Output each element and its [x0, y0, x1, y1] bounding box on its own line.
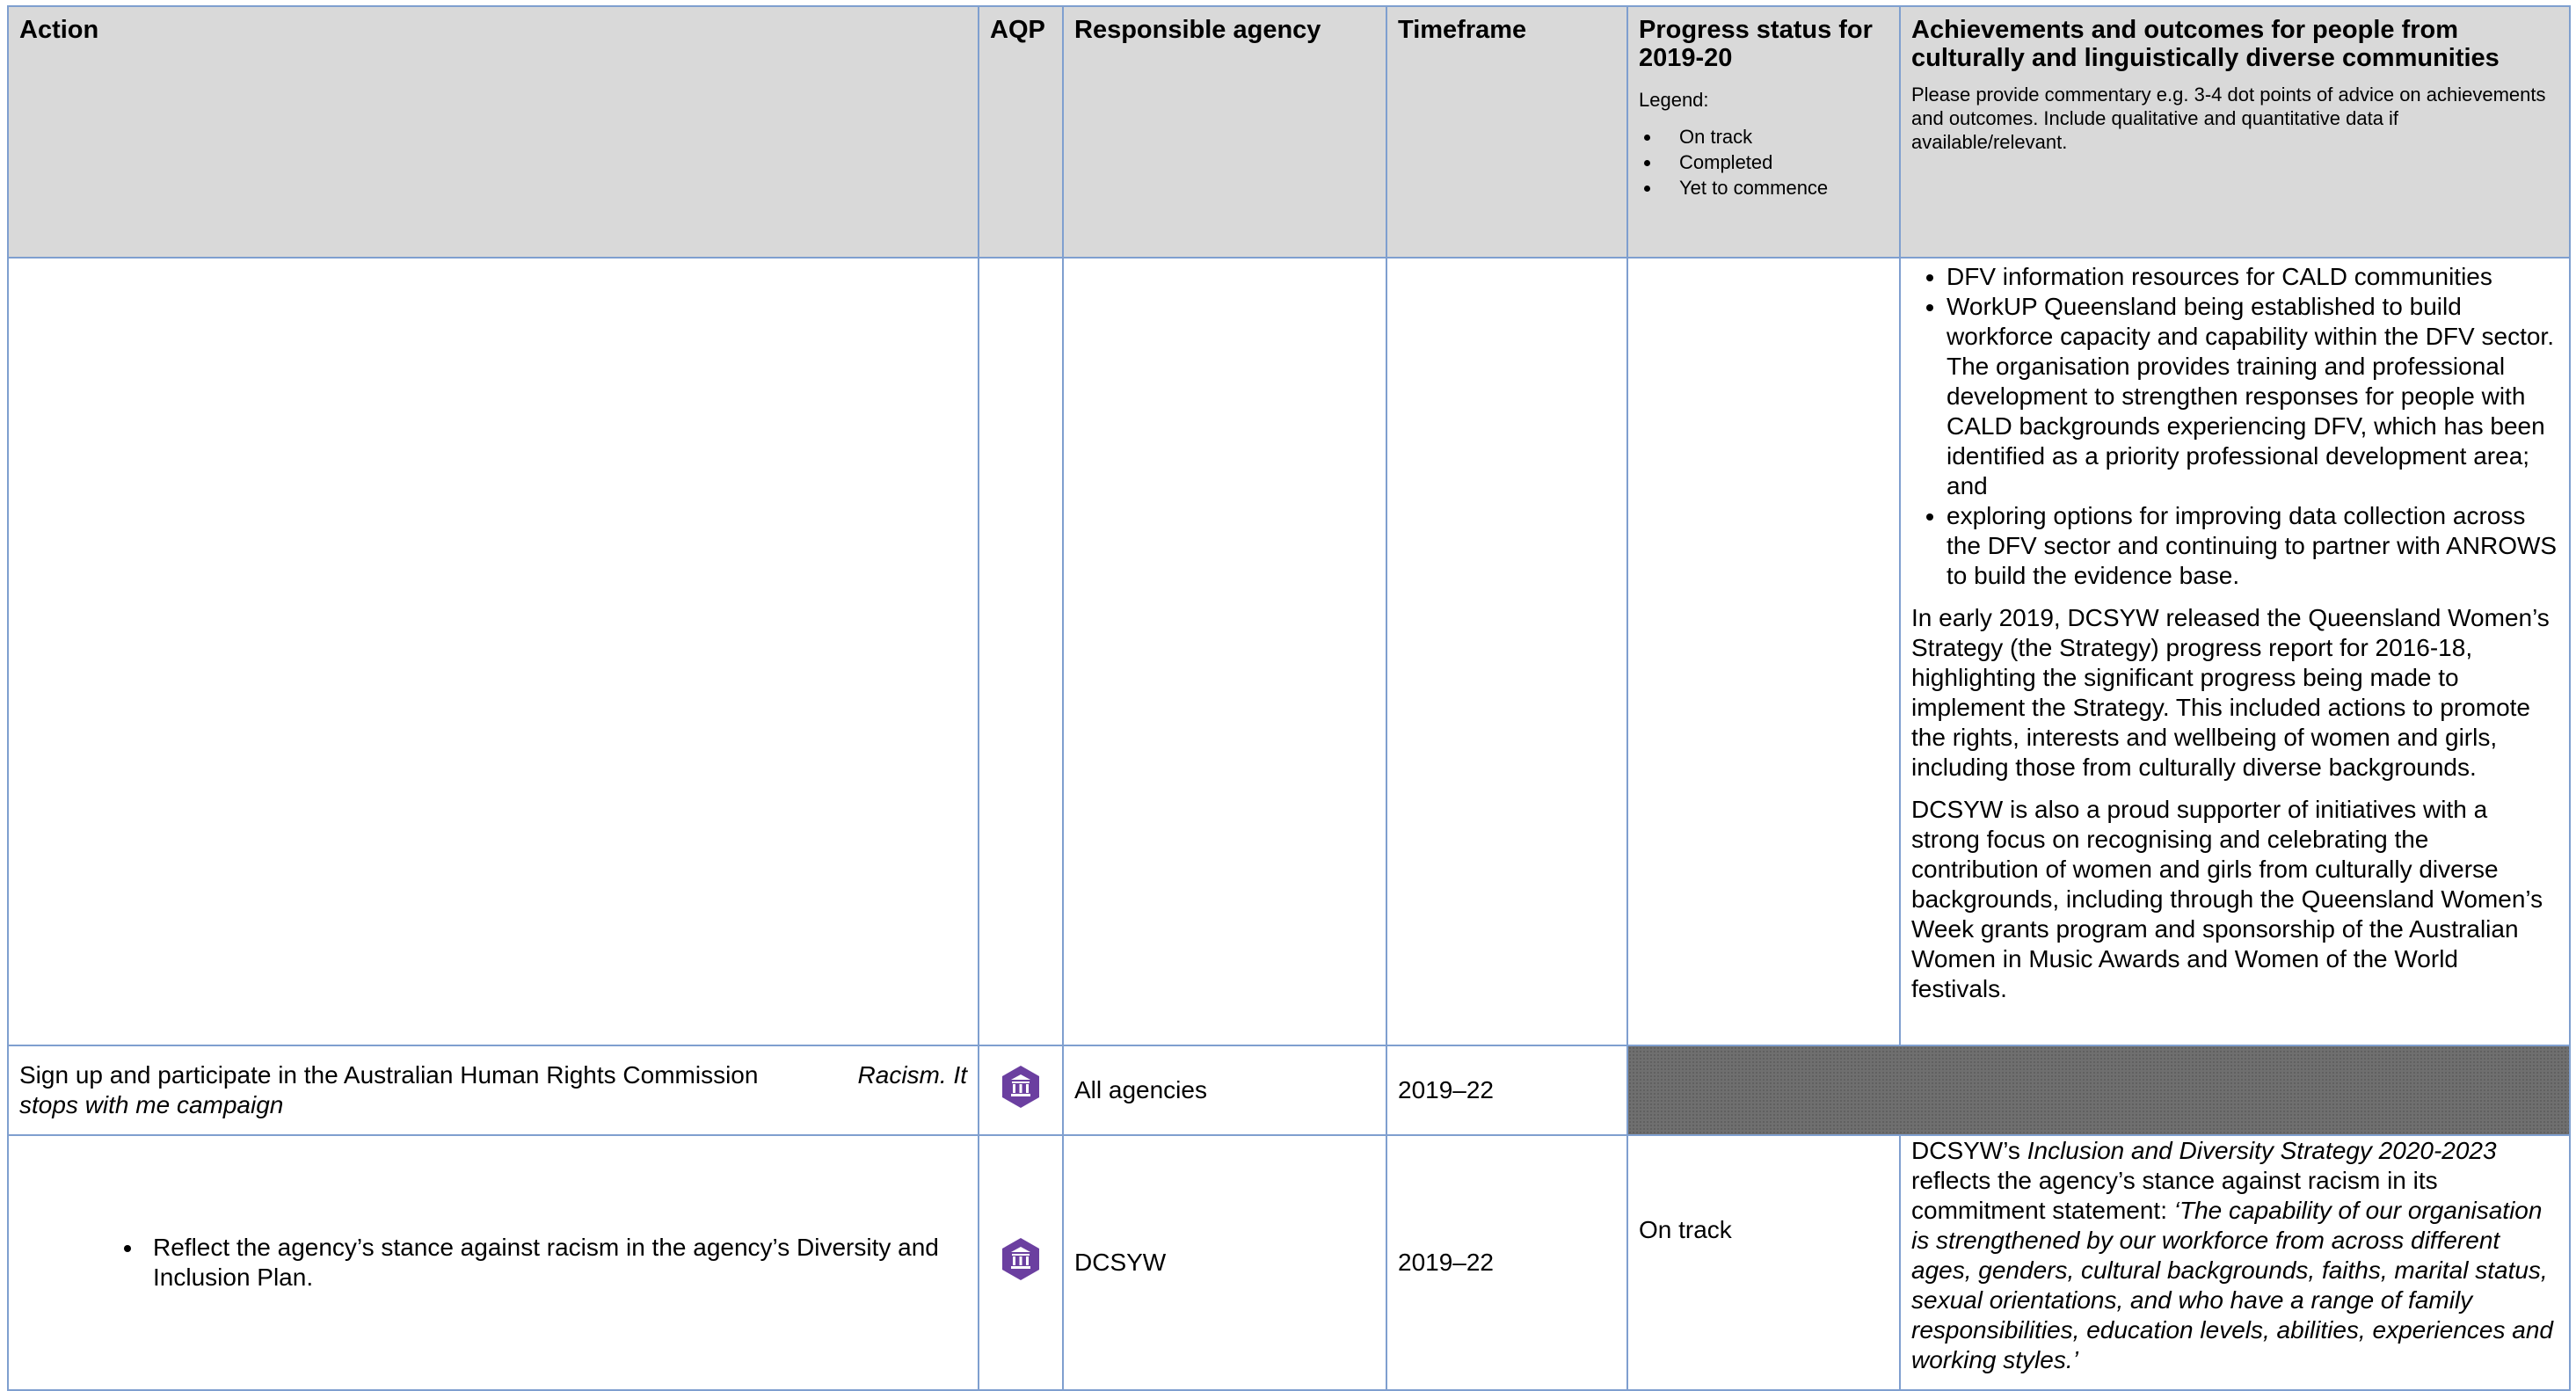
legend-item: Completed — [1662, 149, 1888, 175]
header-aqp: AQP — [978, 5, 1064, 259]
row2-aqp-cell — [978, 1045, 1064, 1136]
header-row: Action AQP Responsible agency Timeframe … — [7, 5, 2571, 259]
header-timeframe: Timeframe — [1386, 5, 1628, 259]
row2-agency-cell: All agencies — [1062, 1045, 1387, 1136]
legend-list: On track Completed Yet to commence — [1639, 124, 1888, 200]
institution-icon — [1002, 1066, 1039, 1108]
row1-progress-cell — [1626, 257, 1901, 1046]
row3-agency-cell: DCSYW — [1062, 1134, 1387, 1391]
legend-label: Legend: — [1639, 89, 1709, 111]
row1-achievements-cell: DFV information resources for CALD commu… — [1899, 257, 2571, 1046]
table-row: DFV information resources for CALD commu… — [7, 257, 2571, 1046]
row3-ach-title: Inclusion and Diversity Strategy 2020-20… — [2027, 1137, 2497, 1164]
list-item: DFV information resources for CALD commu… — [1947, 262, 2558, 292]
row2-timeframe-cell: 2019–22 — [1386, 1045, 1628, 1136]
header-responsible-agency: Responsible agency — [1062, 5, 1387, 259]
table-row: Sign up and participate in the Australia… — [7, 1045, 2571, 1136]
action-plan-table: Action AQP Responsible agency Timeframe … — [7, 5, 2571, 1391]
row3-aqp-cell — [978, 1134, 1064, 1391]
legend-item: Yet to commence — [1662, 175, 1888, 200]
header-progress: Progress status for 2019-20 Legend: On t… — [1626, 5, 1901, 259]
row1-agency-cell — [1062, 257, 1387, 1046]
row3-timeframe-cell: 2019–22 — [1386, 1134, 1628, 1391]
row3-action-list: Reflect the agency’s stance against raci… — [19, 1233, 967, 1293]
header-achievements: Achievements and outcomes for people fro… — [1899, 5, 2571, 259]
row2-shaded-cell — [1626, 1045, 2571, 1136]
row3-ach-lead: DCSYW’s — [1911, 1137, 2027, 1164]
list-item: WorkUP Queensland being established to b… — [1947, 292, 2558, 501]
list-item: exploring options for improving data col… — [1947, 501, 2558, 591]
achievements-paragraph: DCSYW is also a proud supporter of initi… — [1911, 796, 2543, 1002]
row3-action-cell: Reflect the agency’s stance against raci… — [7, 1134, 979, 1391]
achievements-bullets: DFV information resources for CALD commu… — [1911, 262, 2558, 591]
row2-action-text: Sign up and participate in the Australia… — [19, 1061, 759, 1089]
row3-progress-cell: On track — [1626, 1134, 1901, 1391]
achievements-note: Please provide commentary e.g. 3-4 dot p… — [1911, 84, 2546, 153]
achievements-paragraph: In early 2019, DCSYW released the Queens… — [1911, 604, 2550, 781]
list-item: Reflect the agency’s stance against raci… — [144, 1233, 967, 1293]
row1-timeframe-cell — [1386, 257, 1628, 1046]
achievements-title: Achievements and outcomes for people fro… — [1911, 16, 2500, 72]
row2-action-cell: Sign up and participate in the Australia… — [7, 1045, 979, 1136]
table-row: Reflect the agency’s stance against raci… — [7, 1134, 2571, 1391]
row2-action-italic-line: stops with me campaign — [19, 1091, 284, 1118]
institution-icon — [1002, 1238, 1039, 1280]
row2-action-italic: . It — [939, 1061, 967, 1089]
header-action: Action — [7, 5, 979, 259]
progress-title: Progress status for 2019-20 — [1639, 16, 1873, 72]
legend-item: On track — [1662, 124, 1888, 149]
row1-action-cell — [7, 257, 979, 1046]
row3-achievements-cell: DCSYW’s Inclusion and Diversity Strategy… — [1899, 1134, 2571, 1391]
row1-aqp-cell — [978, 257, 1064, 1046]
row2-action-italic: Racism — [857, 1061, 940, 1089]
